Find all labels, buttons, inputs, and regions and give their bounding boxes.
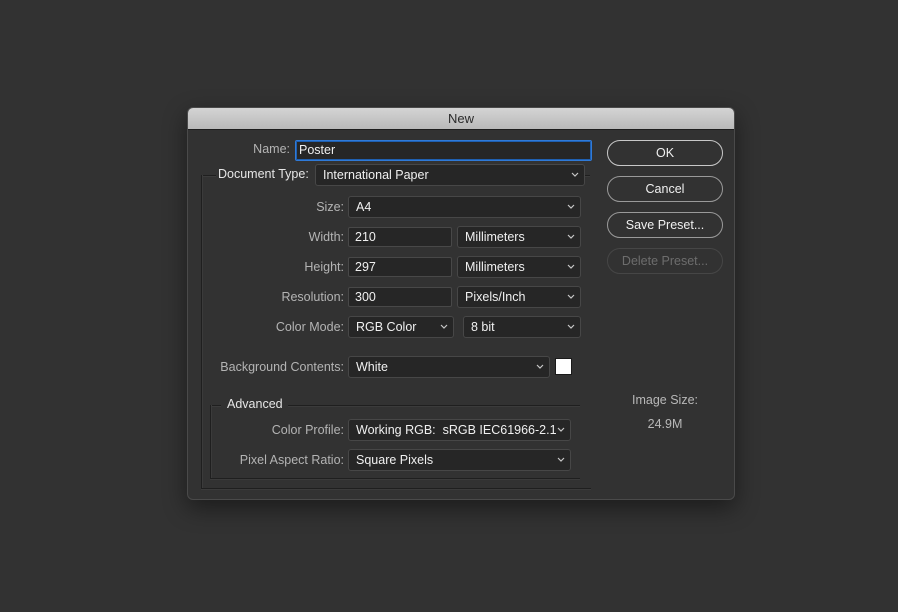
document-type-select[interactable]: International Paper: [315, 164, 585, 186]
group-border-left: [201, 175, 203, 488]
height-label: Height:: [304, 260, 344, 274]
resolution-input[interactable]: 300: [348, 287, 452, 307]
color-profile-value: Working RGB: sRGB IEC61966-2.1: [356, 423, 557, 437]
chevron-down-icon: [566, 197, 576, 217]
chevron-down-icon: [439, 317, 449, 337]
width-unit-value: Millimeters: [465, 230, 525, 244]
ok-button[interactable]: OK: [607, 140, 723, 166]
chevron-down-icon: [570, 165, 580, 185]
color-mode-select[interactable]: RGB Color: [348, 316, 454, 338]
background-contents-select[interactable]: White: [348, 356, 550, 378]
advanced-border-left: [210, 405, 212, 478]
width-label: Width:: [308, 230, 344, 244]
cancel-button[interactable]: Cancel: [607, 176, 723, 202]
chevron-down-icon: [566, 287, 576, 307]
size-select[interactable]: A4: [348, 196, 581, 218]
dialog-title[interactable]: New: [188, 108, 734, 130]
background-contents-value: White: [356, 360, 388, 374]
width-input[interactable]: 210: [348, 227, 452, 247]
advanced-border-top-right: [288, 405, 580, 407]
document-type-value: International Paper: [323, 168, 429, 182]
group-border-bottom: [201, 488, 591, 490]
background-color-swatch[interactable]: [555, 358, 572, 375]
size-label: Size:: [316, 200, 344, 214]
chevron-down-icon: [566, 227, 576, 247]
resolution-label: Resolution:: [281, 290, 344, 304]
pixel-aspect-ratio-select[interactable]: Square Pixels: [348, 449, 571, 471]
document-type-label: Document Type:: [218, 167, 309, 181]
bit-depth-select[interactable]: 8 bit: [463, 316, 581, 338]
resolution-unit-value: Pixels/Inch: [465, 290, 526, 304]
chevron-down-icon: [535, 357, 545, 377]
color-profile-label: Color Profile:: [271, 423, 344, 437]
chevron-down-icon: [556, 450, 566, 470]
color-mode-value: RGB Color: [356, 320, 417, 334]
chevron-down-icon: [566, 317, 576, 337]
new-document-dialog: New Name: Poster Document Type: Internat…: [187, 107, 735, 500]
delete-preset-button: Delete Preset...: [607, 248, 723, 274]
pixel-aspect-ratio-value: Square Pixels: [356, 453, 434, 467]
background-contents-label: Background Contents:: [220, 360, 344, 374]
image-size-label: Image Size:: [631, 393, 698, 407]
advanced-border-bottom: [210, 478, 580, 480]
name-input[interactable]: Poster: [295, 140, 592, 161]
color-mode-label: Color Mode:: [275, 320, 344, 334]
size-value: A4: [356, 200, 372, 214]
advanced-border-top-left: [211, 405, 221, 407]
name-label: Name:: [253, 142, 290, 156]
image-size-value: 24.9M: [647, 417, 683, 431]
resolution-unit-select[interactable]: Pixels/Inch: [457, 286, 581, 308]
group-border-top-left: [202, 175, 216, 177]
height-unit-value: Millimeters: [465, 260, 525, 274]
height-unit-select[interactable]: Millimeters: [457, 256, 581, 278]
chevron-down-icon: [556, 420, 566, 440]
chevron-down-icon: [566, 257, 576, 277]
color-profile-select[interactable]: Working RGB: sRGB IEC61966-2.1: [348, 419, 571, 441]
width-unit-select[interactable]: Millimeters: [457, 226, 581, 248]
save-preset-button[interactable]: Save Preset...: [607, 212, 723, 238]
bit-depth-value: 8 bit: [471, 320, 495, 334]
pixel-aspect-ratio-label: Pixel Aspect Ratio:: [239, 453, 344, 467]
advanced-legend: Advanced: [227, 397, 283, 411]
height-input[interactable]: 297: [348, 257, 452, 277]
